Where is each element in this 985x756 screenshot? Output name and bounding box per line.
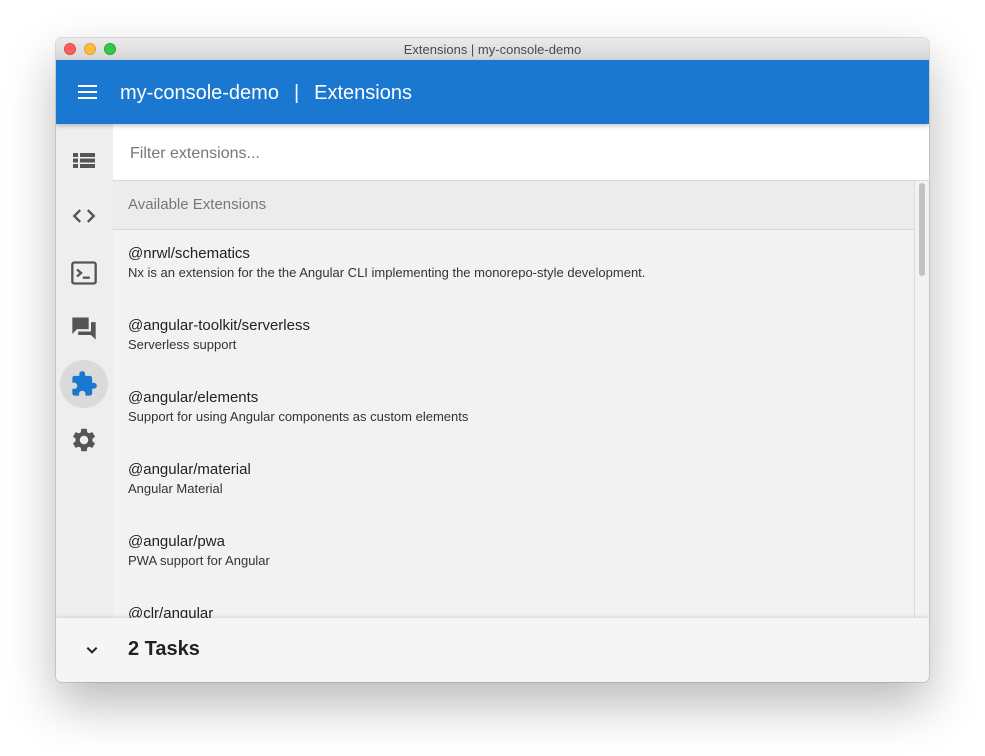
extension-item[interactable]: @angular/material Angular Material	[113, 461, 914, 533]
sidebar-item-projects[interactable]	[60, 136, 108, 184]
page-name: Extensions	[314, 82, 412, 104]
tasks-bar: 2 Tasks	[56, 618, 929, 682]
sidebar-nav	[56, 124, 114, 618]
gear-icon	[73, 428, 95, 452]
extension-name: @angular/pwa	[128, 533, 225, 550]
extensions-panel: Available Extensions @nrwl/schematics Nx…	[113, 124, 929, 618]
forum-icon	[72, 317, 96, 340]
sidebar-item-generate[interactable]	[60, 192, 108, 240]
extension-name: @angular-toolkit/serverless	[128, 317, 310, 334]
extension-item[interactable]: @angular/pwa PWA support for Angular	[113, 533, 914, 605]
extensions-list: Available Extensions @nrwl/schematics Nx…	[113, 181, 915, 618]
extension-description: Angular Material	[128, 481, 223, 496]
sidebar-item-extensions[interactable]	[60, 360, 108, 408]
title-bar: Extensions | my-console-demo	[56, 38, 929, 61]
extension-item[interactable]: @nrwl/schematics Nx is an extension for …	[113, 245, 914, 317]
window-title: Extensions | my-console-demo	[403, 42, 582, 57]
filter-bar	[113, 124, 929, 181]
extension-name: @angular/elements	[128, 389, 259, 406]
scrollbar-thumb[interactable]	[919, 183, 925, 276]
extension-description: PWA support for Angular	[128, 553, 270, 568]
section-header: Available Extensions	[113, 181, 914, 230]
app-toolbar: my-console-demo | Extensions	[56, 60, 929, 124]
page-title: my-console-demo | Extensions	[120, 82, 412, 105]
extension-name: @nrwl/schematics	[128, 245, 250, 262]
extension-description: Nx is an extension for the the Angular C…	[128, 265, 646, 280]
extension-description: Support for using Angular components as …	[128, 409, 469, 424]
extension-description: Serverless support	[128, 337, 237, 352]
terminal-icon	[71, 261, 97, 285]
chevron-down-icon[interactable]	[84, 642, 100, 658]
extension-name: @clr/angular	[128, 605, 214, 618]
tasks-count[interactable]: 2 Tasks	[128, 638, 200, 661]
section-title: Available Extensions	[128, 196, 267, 213]
menu-icon[interactable]	[78, 84, 98, 100]
extension-item[interactable]: @angular/elements Support for using Angu…	[113, 389, 914, 461]
scrollbar[interactable]	[918, 183, 926, 615]
extension-name: @angular/material	[128, 461, 251, 478]
extension-puzzle-icon	[72, 371, 97, 396]
sidebar-item-tasks[interactable]	[60, 249, 108, 297]
code-icon	[72, 209, 96, 223]
extension-item[interactable]: @clr/angular	[113, 605, 914, 618]
workspace-name[interactable]: my-console-demo	[120, 82, 279, 104]
title-separator: |	[293, 82, 300, 104]
filter-extensions-input[interactable]	[128, 142, 872, 166]
extension-item[interactable]: @angular-toolkit/serverless Serverless s…	[113, 317, 914, 389]
list-icon	[73, 153, 95, 168]
sidebar-item-support[interactable]	[60, 304, 108, 352]
app-window: Extensions | my-console-demo my-console-…	[56, 38, 929, 682]
sidebar-item-settings[interactable]	[60, 416, 108, 464]
